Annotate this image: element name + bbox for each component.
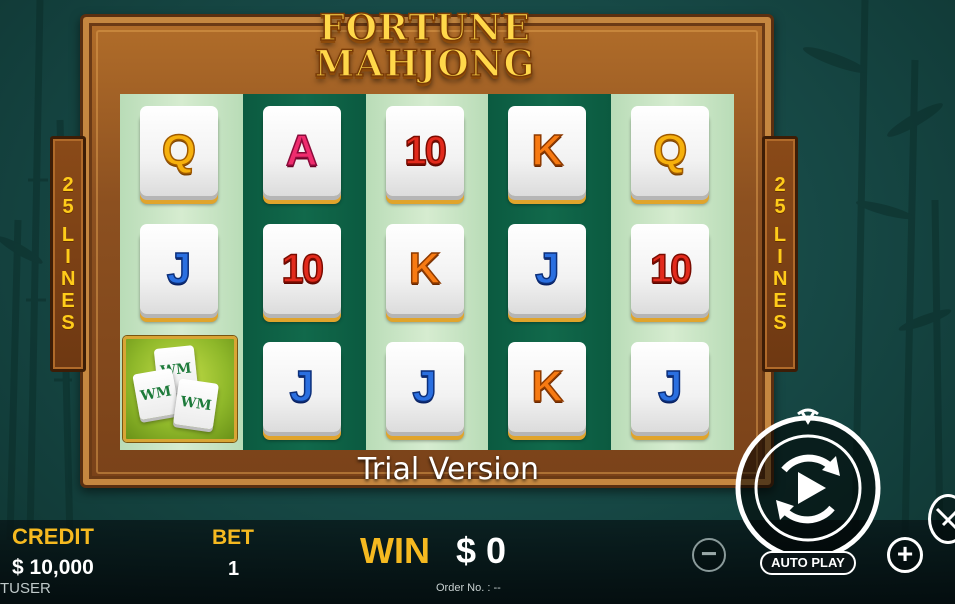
- symbol-tile: J: [262, 342, 345, 440]
- paylines-panel-right: 25 LINES: [762, 136, 798, 372]
- win-label: WIN: [360, 530, 430, 571]
- credit-label: CREDIT: [12, 524, 94, 549]
- symbol-j: J: [166, 244, 192, 293]
- logo-line-1: FORTUNE: [318, 7, 531, 49]
- paylines-word: LINES: [773, 224, 788, 334]
- decrease-bet-button[interactable]: −: [692, 538, 726, 572]
- symbol-tile: J: [631, 342, 713, 440]
- symbol-k: K: [531, 362, 564, 411]
- symbol-10: 10: [649, 247, 693, 291]
- symbol-tile: 10: [385, 106, 468, 204]
- settings-button[interactable]: [928, 494, 955, 544]
- symbol-tile: K: [508, 106, 590, 204]
- win-value: $ 0: [456, 530, 507, 571]
- reel-4: K J K: [488, 94, 612, 450]
- plus-icon: +: [896, 537, 914, 569]
- symbol-k: K: [408, 244, 441, 293]
- order-number: Order No. : --: [436, 582, 501, 594]
- symbol-tile: J: [508, 224, 590, 322]
- bet-value: 1: [228, 558, 240, 580]
- reel-1: Q J WM WM WM: [120, 94, 243, 450]
- symbol-k: K: [531, 126, 564, 175]
- reel-3: 10 K J: [365, 94, 489, 450]
- reel-grid: Q J WM WM WM A 10 J 10 K J K J K Q 10 J: [120, 94, 734, 450]
- symbol-j: J: [412, 362, 438, 411]
- minus-icon: −: [700, 537, 718, 569]
- symbol-tile: J: [140, 224, 222, 322]
- credit-value: $ 10,000: [12, 556, 94, 579]
- bet-label: BET: [212, 526, 254, 549]
- game-logo: FORTUNE MAHJONG: [290, 4, 560, 86]
- mini-tile: WM: [172, 378, 220, 430]
- symbol-tile: 10: [631, 224, 713, 322]
- reel-2: A 10 J: [242, 94, 366, 450]
- symbol-tile: J: [385, 342, 468, 440]
- logo-line-2: MAHJONG: [314, 43, 536, 85]
- symbol-tile: Q: [140, 106, 222, 204]
- spin-button[interactable]: [732, 408, 884, 561]
- symbol-q: Q: [652, 126, 688, 175]
- symbol-tile: K: [508, 342, 590, 440]
- symbol-tile: A: [262, 106, 345, 204]
- mini-tile: WM: [132, 367, 180, 421]
- reel-5: Q 10 J: [611, 94, 734, 450]
- symbol-a: A: [285, 126, 318, 175]
- user-label: TUSER: [0, 580, 51, 597]
- settings-icon: [935, 507, 955, 530]
- symbol-tile: K: [385, 224, 468, 322]
- autoplay-button[interactable]: AUTO PLAY: [760, 551, 856, 575]
- symbol-10: 10: [404, 129, 448, 173]
- paylines-word: LINES: [61, 224, 76, 334]
- symbol-j: J: [657, 362, 683, 411]
- symbol-tile: Q: [631, 106, 713, 204]
- paylines-number: 25: [774, 174, 786, 218]
- increase-bet-button[interactable]: +: [887, 537, 923, 573]
- symbol-j: J: [534, 244, 560, 293]
- paylines-panel-left: 25 LINES: [50, 136, 86, 372]
- symbol-q: Q: [161, 126, 197, 175]
- symbol-tile: 10: [262, 224, 345, 322]
- paylines-number: 25: [62, 174, 74, 218]
- spin-play-icon: [735, 408, 881, 561]
- symbol-10: 10: [281, 247, 325, 291]
- mahjong-tiles-icon: WM WM WM: [123, 336, 237, 442]
- symbol-j: J: [289, 362, 315, 411]
